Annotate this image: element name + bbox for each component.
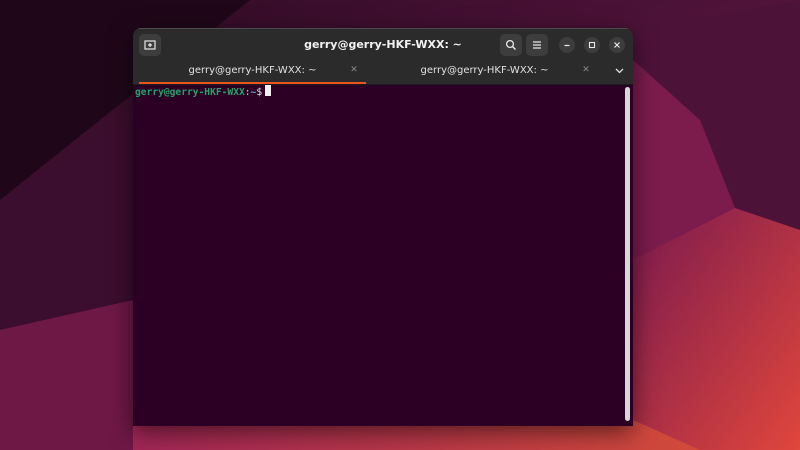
minimize-icon — [564, 44, 570, 47]
new-tab-button[interactable] — [139, 34, 161, 56]
prompt-symbol: $ — [256, 87, 263, 98]
tab-2[interactable]: gerry@gerry-HKF-WXX: ~ ✕ — [366, 59, 603, 84]
scrollbar[interactable] — [625, 87, 630, 421]
search-button[interactable] — [500, 34, 522, 56]
terminal-window: gerry@gerry-HKF-WXX: ~ gerry@gerry-HKF-W… — [133, 28, 633, 426]
minimize-button[interactable] — [559, 37, 575, 53]
tab-1[interactable]: gerry@gerry-HKF-WXX: ~ ✕ — [139, 59, 366, 84]
window-title: gerry@gerry-HKF-WXX: ~ — [304, 38, 462, 51]
close-icon: ✕ — [350, 65, 358, 75]
maximize-button[interactable] — [584, 37, 600, 53]
close-icon — [614, 42, 620, 48]
chevron-down-icon — [615, 68, 623, 74]
prompt-user-host: gerry@gerry-HKF-WXX — [135, 87, 245, 98]
title-bar: gerry@gerry-HKF-WXX: ~ — [133, 28, 633, 59]
new-tab-icon — [144, 40, 156, 50]
tab-list-dropdown[interactable] — [611, 63, 627, 79]
prompt-line: gerry@gerry-HKF-WXX:~$ — [135, 85, 272, 100]
maximize-icon — [588, 41, 596, 49]
menu-button[interactable] — [526, 34, 548, 56]
tab-label: gerry@gerry-HKF-WXX: ~ — [420, 65, 549, 76]
text-cursor — [265, 85, 272, 96]
tab-close-button[interactable]: ✕ — [579, 59, 593, 82]
search-icon — [505, 39, 516, 50]
hamburger-menu-icon — [533, 41, 541, 49]
tab-close-button[interactable]: ✕ — [347, 59, 361, 82]
tab-label: gerry@gerry-HKF-WXX: ~ — [188, 65, 317, 76]
terminal-output[interactable]: gerry@gerry-HKF-WXX:~$ — [133, 85, 633, 426]
tab-bar: gerry@gerry-HKF-WXX: ~ ✕ gerry@gerry-HKF… — [133, 59, 633, 85]
close-button[interactable] — [609, 37, 625, 53]
close-icon: ✕ — [582, 65, 590, 75]
